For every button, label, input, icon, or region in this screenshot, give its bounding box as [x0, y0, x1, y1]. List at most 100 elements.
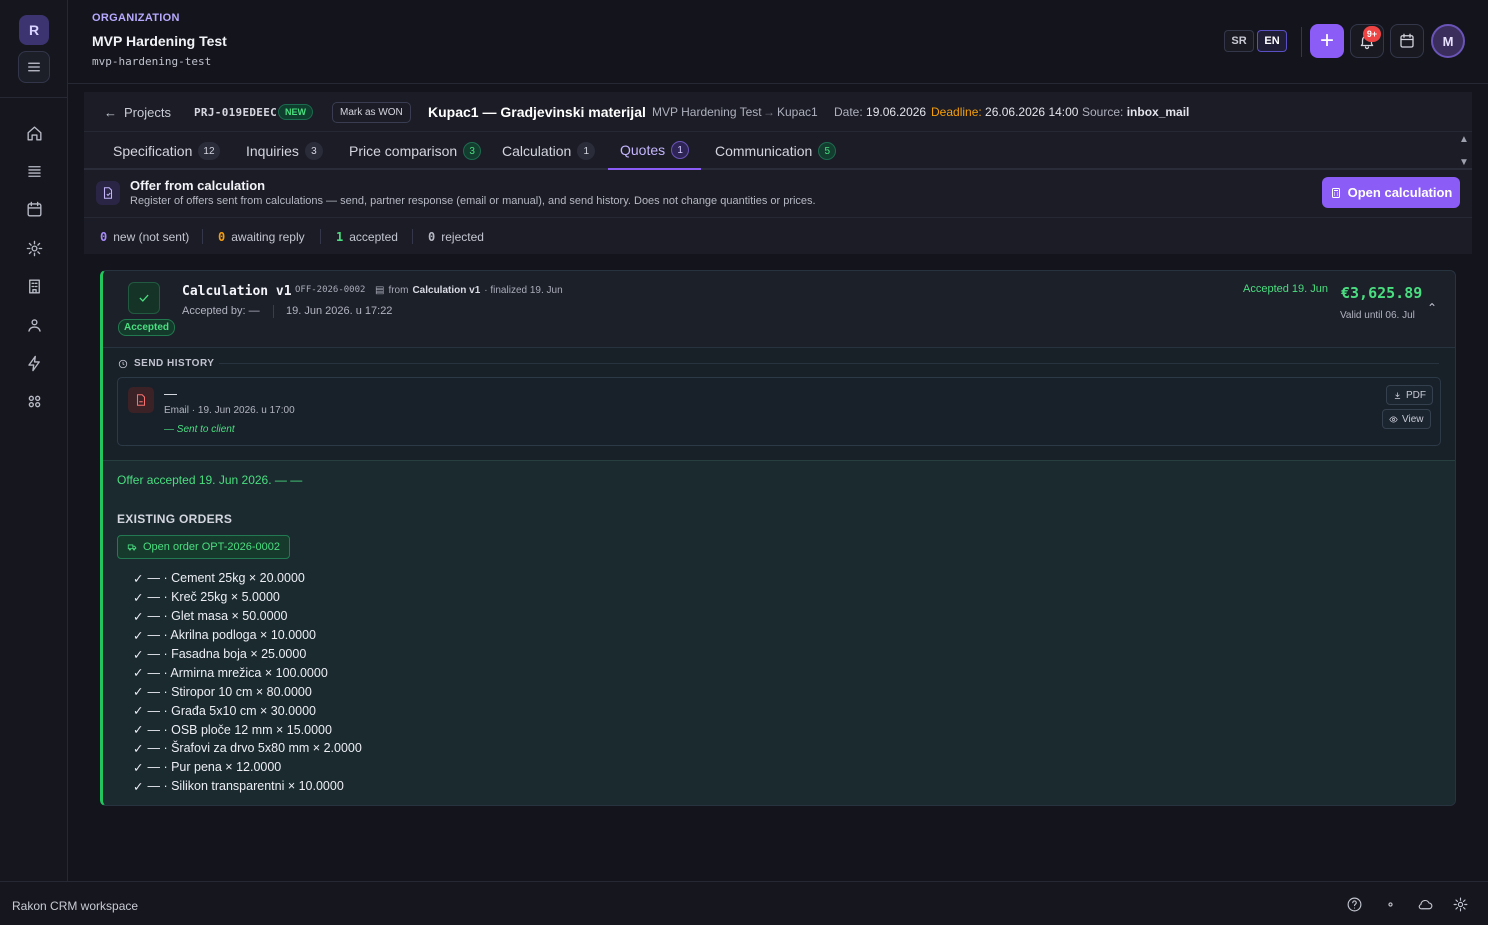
- order-line-text: — · Šrafovi za drvo 5x80 mm × 2.0000: [147, 741, 362, 756]
- chevron-up-icon[interactable]: ⌃: [1427, 301, 1437, 315]
- order-line-text: — · Fasadna boja × 25.0000: [147, 647, 307, 661]
- valid-until: Valid until 06. Jul: [1340, 310, 1415, 321]
- check-icon: ✓: [133, 628, 144, 643]
- sidebar-item-settings[interactable]: [22, 236, 46, 260]
- date-label: Date:: [834, 105, 863, 119]
- mark-as-won-button[interactable]: Mark as WON: [332, 92, 411, 132]
- history-status: — Sent to client: [164, 424, 235, 435]
- project-customer: Kupac1: [777, 105, 818, 119]
- from-prefix: from: [388, 285, 409, 296]
- tab-price-comparison[interactable]: Price comparison 3: [343, 132, 487, 170]
- scroll-up-icon[interactable]: ▲: [1459, 134, 1469, 145]
- cloud-sync-button[interactable]: [1416, 895, 1434, 913]
- history-meta: Email · 19. Jun 2026. u 17:00: [164, 405, 295, 416]
- help-button[interactable]: [1345, 895, 1363, 913]
- lang-en-button[interactable]: EN: [1257, 30, 1287, 52]
- sidebar: R: [0, 0, 68, 881]
- open-order-button[interactable]: Open order OPT-2026-0002: [117, 535, 290, 559]
- order-lines: ✓ — · Cement 25kg × 20.0000 ✓ — · Kreč 25k…: [133, 569, 362, 796]
- divider: [219, 363, 1439, 364]
- quote-amount: €3,625.89: [1341, 284, 1423, 302]
- stat-new[interactable]: 0 new (not sent): [100, 218, 189, 255]
- tab-label: Calculation: [502, 143, 572, 159]
- users-icon: [27, 318, 41, 332]
- project-date: Date: 19.06.2026: [834, 92, 926, 132]
- workspace-name: Rakon CRM workspace: [12, 899, 139, 913]
- org-name[interactable]: MVP Hardening Test: [92, 33, 227, 49]
- sidebar-item-apps[interactable]: [22, 389, 46, 413]
- sidebar-divider: [0, 97, 67, 98]
- tab-count: 5: [818, 142, 837, 160]
- order-line-text: — · Akrilna podloga × 10.0000: [147, 628, 317, 643]
- offer-description: Register of offers sent from calculation…: [130, 195, 816, 207]
- order-line-text: — · Kreč 25kg × 5.0000: [147, 590, 280, 605]
- project-title: Kupac1 — Gradjevinski materijal: [428, 104, 646, 120]
- stat-rejected[interactable]: 0 rejected: [428, 218, 484, 255]
- project-code: PRJ-019EDEEC: [194, 105, 278, 119]
- user-avatar[interactable]: M: [1431, 24, 1465, 58]
- top-header: ORGANIZATION MVP Hardening Test mvp-hard…: [68, 0, 1488, 84]
- stat-accepted[interactable]: 1 accepted: [336, 218, 398, 255]
- sidebar-item-contacts[interactable]: [22, 313, 46, 337]
- stat-label: rejected: [441, 229, 484, 244]
- calendar-button[interactable]: [1390, 24, 1424, 58]
- back-to-projects-link[interactable]: ← Projects: [104, 92, 171, 132]
- offer-panel: Offer from calculation Register of offer…: [84, 170, 1472, 254]
- check-icon: ✓: [133, 590, 144, 605]
- sidebar-item-automation[interactable]: [22, 351, 46, 375]
- from-calculation: Calculation v1: [412, 285, 481, 296]
- status-badge: NEW: [278, 92, 313, 132]
- hamburger-icon: [28, 62, 40, 72]
- tab-label: Quotes: [620, 142, 666, 158]
- tab-quotes[interactable]: Quotes 1: [608, 132, 702, 170]
- accepted-at: 19. Jun 2026. u 17:22: [286, 305, 393, 317]
- workspace-logo[interactable]: R: [19, 15, 49, 45]
- sidebar-item-home[interactable]: [22, 121, 46, 145]
- stat-awaiting[interactable]: 0 awaiting reply: [218, 218, 305, 255]
- send-history-label: SEND HISTORY: [134, 358, 215, 369]
- download-icon: [1394, 392, 1401, 399]
- sidebar-item-companies[interactable]: [22, 274, 46, 298]
- open-calculation-button[interactable]: Open calculation: [1322, 177, 1460, 208]
- source-label: Source:: [1082, 105, 1124, 119]
- tab-specification[interactable]: Specification 12: [107, 132, 226, 170]
- project-org: MVP Hardening Test: [652, 105, 762, 119]
- tab-label: Communication: [715, 143, 813, 159]
- stat-label: awaiting reply: [231, 229, 305, 244]
- tab-calculation[interactable]: Calculation 1: [496, 132, 601, 170]
- orders-section: Offer accepted 19. Jun 2026. — — EXISTIN…: [103, 460, 1455, 805]
- scroll-down-icon[interactable]: ▼: [1459, 157, 1469, 168]
- project-source: Source: inbox_mail: [1082, 92, 1189, 132]
- accepted-by: Accepted by: —: [182, 305, 260, 317]
- calculator-icon: [1331, 187, 1340, 198]
- tabs-scrollbar[interactable]: ▲ ▼: [1456, 134, 1472, 168]
- footer-settings-button[interactable]: [1451, 895, 1469, 913]
- list-item: ✓ — · Pur pena × 12.0000: [133, 758, 362, 777]
- view-button[interactable]: View: [1382, 409, 1431, 429]
- home-icon: [26, 125, 42, 141]
- calendar-icon: [1400, 33, 1414, 48]
- lang-sr-button[interactable]: SR: [1224, 30, 1254, 52]
- stat-label: new (not sent): [113, 229, 190, 244]
- open-order-label: Open order OPT-2026-0002: [143, 541, 280, 553]
- tab-label: Price comparison: [349, 143, 458, 159]
- check-icon: ✓: [133, 704, 144, 719]
- list-item: ✓ — · Stiropor 10 cm × 80.0000: [133, 682, 362, 701]
- sidebar-item-list[interactable]: [22, 159, 46, 183]
- org-slug: mvp-hardening-test: [92, 55, 212, 68]
- tab-count: 12: [198, 142, 220, 160]
- cloud-icon: [1418, 899, 1432, 909]
- dash-icon: —: [164, 424, 177, 435]
- document-icon: ▤: [375, 285, 385, 296]
- sidebar-item-calendar[interactable]: [22, 197, 46, 221]
- building-icon: [28, 278, 40, 294]
- quote-card-header[interactable]: Accepted Calculation v1 OFF-2026-0002 ▤ …: [103, 271, 1455, 348]
- tab-inquiries[interactable]: Inquiries 3: [240, 132, 329, 170]
- stat-label: accepted: [349, 229, 398, 244]
- tab-communication[interactable]: Communication 5: [709, 132, 842, 170]
- notification-count-badge: 9+: [1363, 26, 1381, 42]
- menu-toggle-button[interactable]: [18, 51, 50, 83]
- download-pdf-button[interactable]: PDF: [1386, 385, 1433, 405]
- add-button[interactable]: +: [1310, 24, 1344, 58]
- list-item: ✓ — · Kreč 25kg × 5.0000: [133, 588, 362, 607]
